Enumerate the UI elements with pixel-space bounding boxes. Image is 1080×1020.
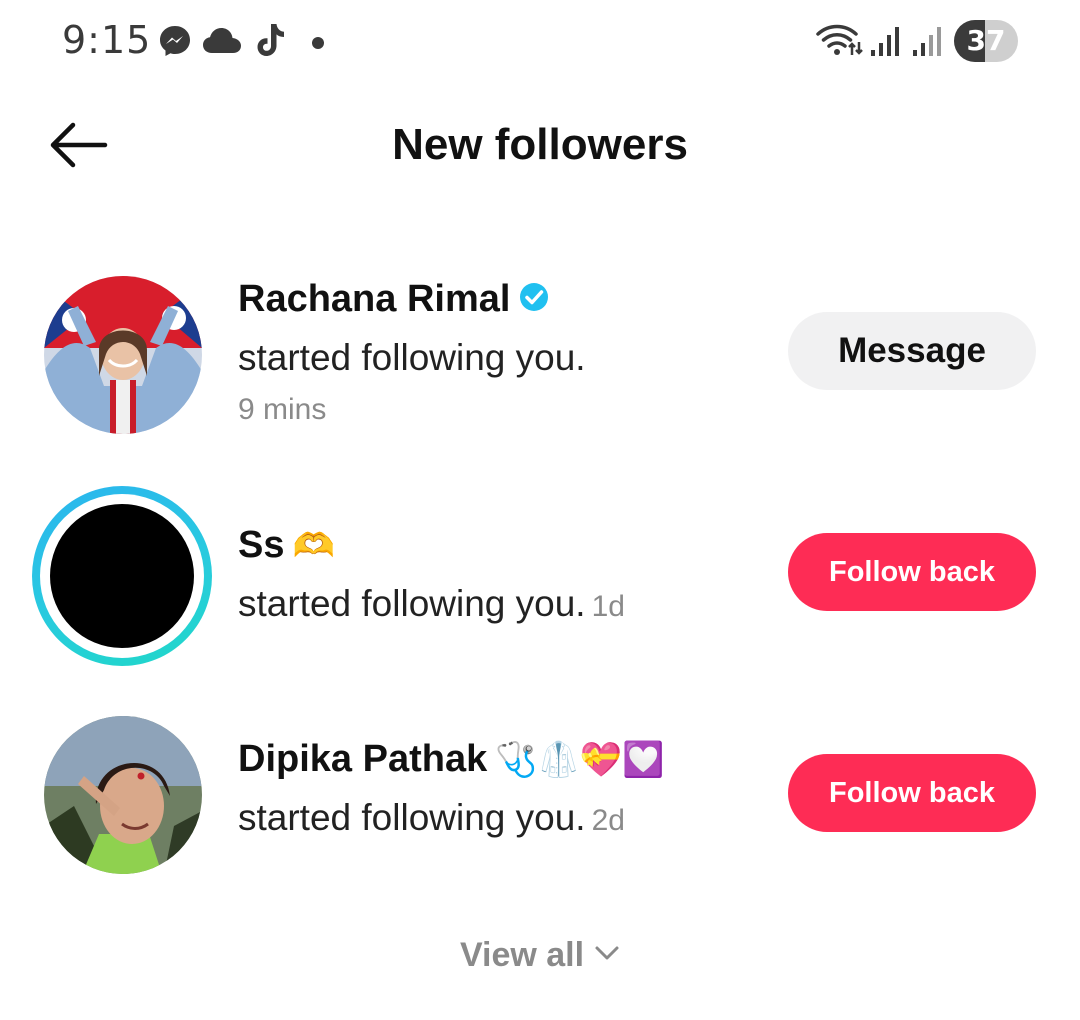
name-emoji: 🫶 [292,525,335,566]
follower-info: Ss 🫶 started following you. 1d [238,524,625,625]
follow-back-button[interactable]: Follow back [788,754,1036,832]
follower-name[interactable]: Dipika Pathak [238,738,487,781]
follower-row[interactable]: Rachana Rimal started following you. 9 m… [0,270,1080,440]
battery-level: 37 [966,24,1006,57]
activity-text: started following you. [238,337,586,378]
follower-info: Dipika Pathak 🩺🥼💝💟 started following you… [238,738,665,839]
avatar [50,504,194,648]
wifi-icon [814,22,864,63]
page-title: New followers [392,120,688,169]
message-button[interactable]: Message [788,312,1036,390]
status-time: 9:15 [62,18,152,62]
view-all-button[interactable]: View all [0,936,1080,975]
avatar[interactable] [44,276,202,434]
battery-icon: 37 [954,20,1018,62]
signal-icon [912,24,946,63]
follower-name[interactable]: Ss [238,524,284,567]
status-bar: 9:15 37 [0,0,1080,84]
activity-time: 2d [591,804,625,837]
view-all-label: View all [459,936,585,974]
activity-line: started following you. 1d [238,583,625,625]
follower-row[interactable]: Dipika Pathak 🩺🥼💝💟 started following you… [0,712,1080,882]
activity-text: started following you. [238,583,586,624]
notification-dot-icon [311,36,325,55]
verified-badge-icon [518,281,550,318]
signal-icon [870,24,904,63]
messenger-icon [158,24,192,63]
follower-row[interactable]: Ss 🫶 started following you. 1d Follow bac… [0,480,1080,670]
name-line: Dipika Pathak 🩺🥼💝💟 [238,738,665,781]
avatar-story-ring[interactable] [32,486,212,666]
follower-info: Rachana Rimal started following you. 9 m… [238,278,586,427]
chevron-down-icon [594,944,620,967]
activity-time: 9 mins [238,393,327,426]
cloud-icon [202,26,242,61]
follow-back-button[interactable]: Follow back [788,533,1036,611]
name-line: Ss 🫶 [238,524,625,567]
tiktok-icon [256,22,286,63]
activity-line: started following you. 2d [238,797,665,839]
name-line: Rachana Rimal [238,278,586,321]
activity-time: 1d [591,590,625,623]
activity-text: started following you. [238,797,586,838]
follower-name[interactable]: Rachana Rimal [238,278,510,321]
name-emoji: 🩺🥼💝💟 [495,739,665,780]
avatar[interactable] [44,716,202,874]
